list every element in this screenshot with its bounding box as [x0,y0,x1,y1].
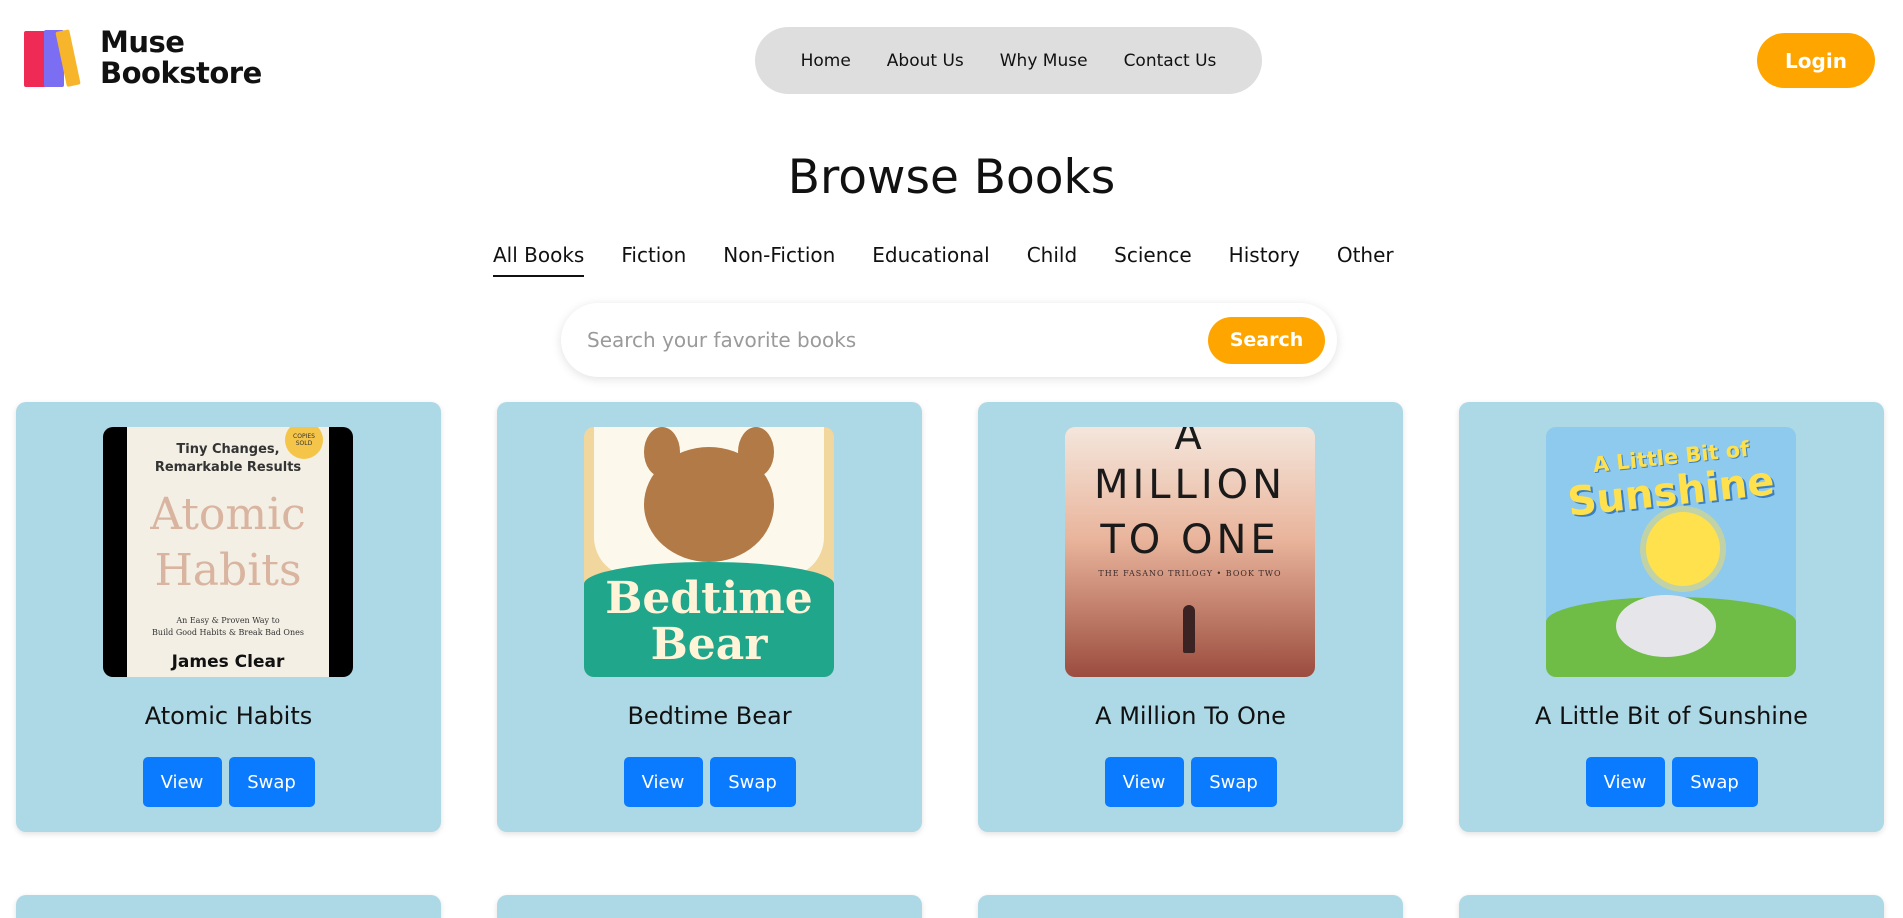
search-button[interactable]: Search [1208,316,1325,364]
walking-figure-illustration [1183,605,1195,653]
brand-name-line1: Muse [100,25,185,59]
cover-subtitle-2: Build Good Habits & Break Bad Ones [152,628,304,637]
cover-author: James Clear [171,652,285,672]
bunny-illustration [1616,595,1716,657]
book-title: Bedtime Bear [627,702,792,730]
search-input[interactable] [587,328,1208,352]
swap-button[interactable]: Swap [1190,757,1277,807]
book-cover-image[interactable]: COPIES SOLD Tiny Changes, Remarkable Res… [103,427,353,677]
book-actions: View Swap [16,757,441,807]
book-actions: View Swap [978,757,1403,807]
cover-tagline-1: Tiny Changes, [176,442,280,457]
book-cover-image[interactable]: Bedtime Bear [584,427,834,677]
cover-title-1: Atomic [150,489,306,540]
cover-tagline-2: Remarkable Results [154,460,302,475]
book-card [497,895,922,918]
category-tabs: All Books Fiction Non-Fiction Educationa… [493,243,1394,277]
swap-button[interactable]: Swap [1671,757,1758,807]
tab-educational[interactable]: Educational [872,243,989,277]
swap-button[interactable]: Swap [709,757,796,807]
view-button[interactable]: View [1585,757,1665,807]
book-card [1459,895,1884,918]
tab-science[interactable]: Science [1114,243,1192,277]
cover-title-2: Bear [650,619,768,670]
nav-item-why-muse[interactable]: Why Muse [1000,51,1088,71]
page-title: Browse Books [787,150,1116,205]
book-cover-image[interactable]: A MILLION TO ONE THE FASANO TRILOGY • BO… [1065,427,1315,677]
cover-title-1: Bedtime [605,573,813,624]
book-title: A Million To One [1095,702,1286,730]
book-cover-image[interactable]: A Little Bit of Sunshine [1546,427,1796,677]
cover-series: THE FASANO TRILOGY • BOOK TWO [1098,569,1282,578]
cover-line-3: TO ONE [1100,517,1280,563]
nav-item-contact-us[interactable]: Contact Us [1124,51,1217,71]
book-card: A MILLION TO ONE THE FASANO TRILOGY • BO… [978,402,1403,832]
cover-line-1: A [1174,427,1206,459]
book-title: A Little Bit of Sunshine [1535,702,1808,730]
cover-subtitle: An Easy & Proven Way to Build Good Habit… [127,615,329,639]
view-button[interactable]: View [142,757,222,807]
login-button[interactable]: Login [1757,33,1875,88]
search-bar: Search [561,303,1337,377]
view-button[interactable]: View [623,757,703,807]
tab-non-fiction[interactable]: Non-Fiction [723,243,835,277]
book-card: COPIES SOLD Tiny Changes, Remarkable Res… [16,402,441,832]
cover-tagline: Tiny Changes, Remarkable Results [127,441,329,477]
main-nav: Home About Us Why Muse Contact Us [755,27,1262,94]
bear-illustration [644,447,774,562]
book-card: Bedtime Bear Bedtime Bear View Swap [497,402,922,832]
swap-button[interactable]: Swap [228,757,315,807]
cover-subtitle-1: An Easy & Proven Way to [176,616,280,625]
nav-item-home[interactable]: Home [801,51,851,71]
book-actions: View Swap [497,757,922,807]
nav-item-about-us[interactable]: About Us [887,51,964,71]
book-title: Atomic Habits [144,702,313,730]
tab-other[interactable]: Other [1337,243,1394,277]
tab-history[interactable]: History [1229,243,1300,277]
brand-name-line2: Bookstore [100,56,262,90]
book-actions: View Swap [1459,757,1884,807]
cover-title-2: Habits [154,545,302,596]
tab-child[interactable]: Child [1027,243,1077,277]
books-logo-icon [24,27,88,89]
brand-logo[interactable]: Muse Bookstore [24,27,262,89]
book-card [978,895,1403,918]
sun-illustration [1646,512,1720,586]
book-card [16,895,441,918]
brand-name: Muse Bookstore [100,27,262,89]
book-card: A Little Bit of Sunshine A Little Bit of… [1459,402,1884,832]
tab-all-books[interactable]: All Books [493,243,585,277]
tab-fiction[interactable]: Fiction [621,243,686,277]
cover-line-2: MILLION [1093,462,1287,508]
view-button[interactable]: View [1104,757,1184,807]
